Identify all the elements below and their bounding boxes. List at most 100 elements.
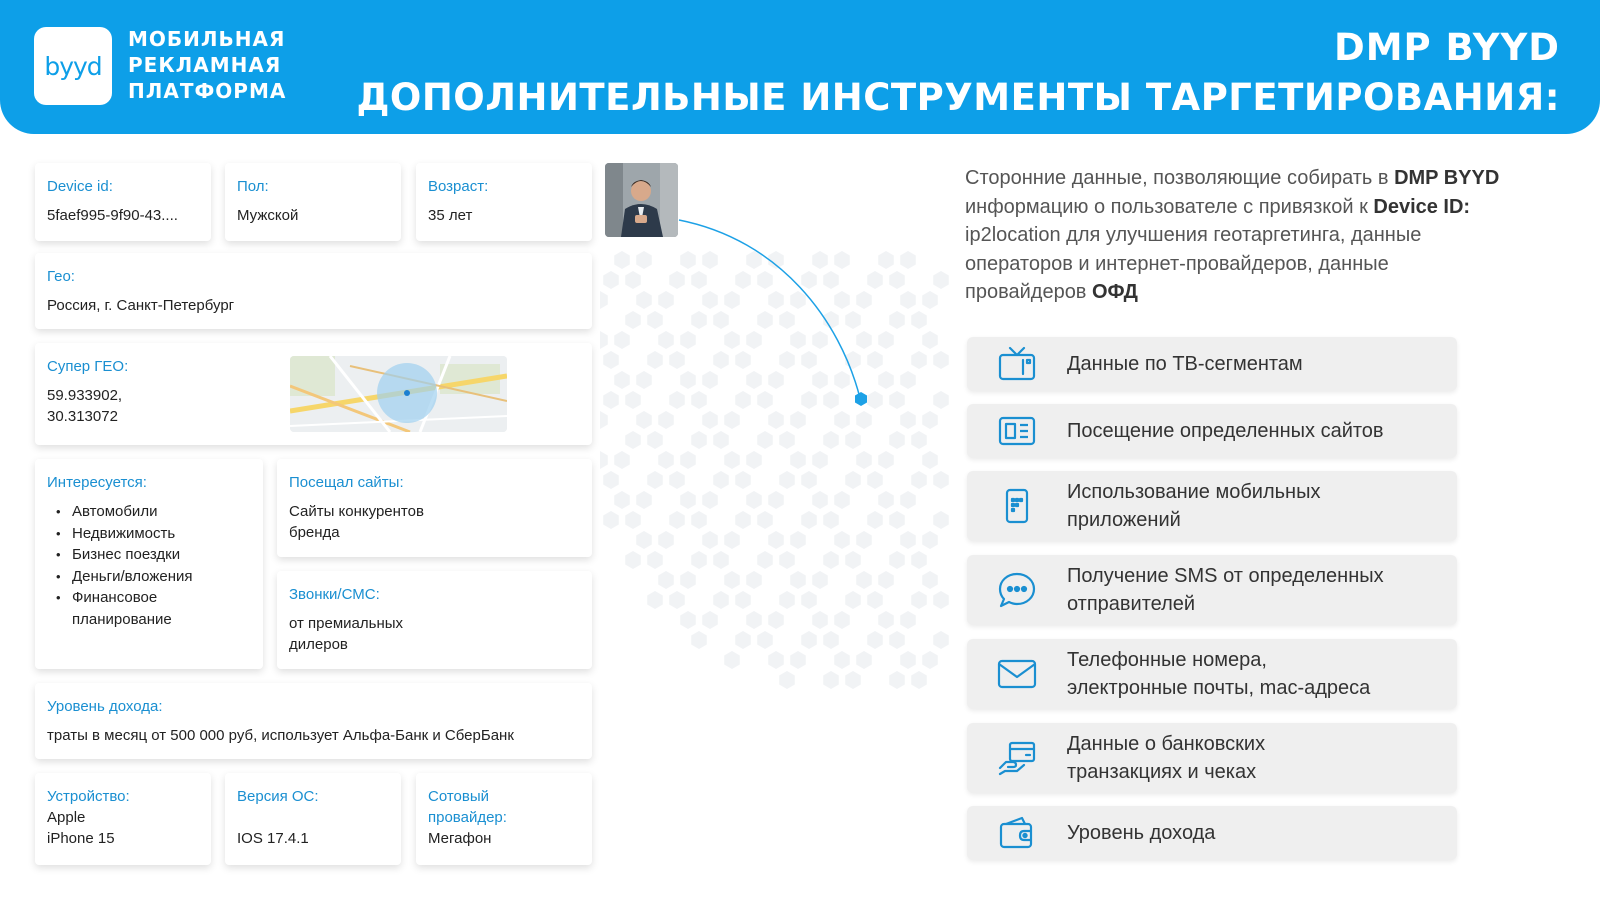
bank-transaction-icon (998, 741, 1036, 776)
hexagon-pattern-cell (768, 611, 784, 629)
hexagon-pattern-cell (713, 311, 729, 329)
geo-value: Россия, г. Санкт-Петербург (47, 297, 235, 314)
list-item-continuation: планирование (72, 610, 172, 628)
hexagon-pattern-cell (900, 491, 916, 509)
hexagon-pattern-cell (834, 531, 850, 549)
hexagon-pattern-cell (911, 551, 927, 569)
hexagon-pattern-cell (911, 351, 927, 369)
hexagon-pattern-cell (603, 351, 619, 369)
feature-item-bank-transactions: Данные о банковских транзакциях и чеках (967, 723, 1457, 793)
description-text: Сторонние данные, позволяющие собирать в… (965, 164, 1505, 307)
age-label: Возраст: (428, 178, 489, 195)
hexagon-pattern-cell (867, 471, 883, 489)
hexagon-pattern-cell (669, 391, 685, 409)
hexagon-pattern-cell (614, 331, 630, 349)
hexagon-pattern-cell (603, 511, 619, 529)
income-card: Уровень дохода: траты в месяц от 500 000… (35, 683, 592, 759)
hexagon-pattern-cell (746, 251, 762, 269)
feature-label: электронные почты, mac-адреса (1067, 677, 1371, 699)
hexagon-pattern-cell (625, 431, 641, 449)
hexagon-pattern-cell (878, 491, 894, 509)
hexagon-pattern-cell (691, 631, 707, 649)
hexagon-pattern-cell (702, 491, 718, 509)
device-brand: Apple (47, 809, 86, 826)
hexagon-pattern-cell (713, 351, 729, 369)
hexagon-pattern-cell (768, 491, 784, 509)
hexagon-pattern-cell (735, 351, 751, 369)
hexagon-pattern-cell (933, 271, 949, 289)
hexagon-pattern-cell (713, 551, 729, 569)
hexagon-pattern-cell (680, 251, 696, 269)
hexagon-pattern-cell (867, 511, 883, 529)
hexagon-pattern-cell (691, 391, 707, 409)
hexagon-pattern-cell (856, 651, 872, 669)
hexagon-pattern-cell (900, 251, 916, 269)
hexagon-pattern-cell (702, 611, 718, 629)
hexagon-pattern-cell (845, 311, 861, 329)
page-subtitle: ДОПОЛНИТЕЛЬНЫЕ ИНСТРУМЕНТЫ ТАРГЕТИРОВАНИ… (356, 76, 1560, 119)
carrier-value: Мегафон (428, 830, 492, 847)
hexagon-pattern-cell (625, 311, 641, 329)
hexagon-pattern-cell (834, 291, 850, 309)
visited-sites-label: Посещал сайты: (289, 474, 404, 491)
feature-item-tv-segments: Данные по ТВ-сегментам (967, 337, 1457, 391)
hexagon-pattern-cell (790, 531, 806, 549)
hexagon-pattern-cell (735, 391, 751, 409)
hexagon-pattern-cell (856, 571, 872, 589)
hexagon-pattern-cell (603, 391, 619, 409)
hexagon-pattern-cell (625, 551, 641, 569)
hexagon-pattern-cell (614, 251, 630, 269)
hexagon-pattern-cell (823, 671, 839, 689)
hexagon-pattern-cell (801, 351, 817, 369)
feature-item-websites: Посещение определенных сайтов (967, 404, 1457, 458)
hexagon-pattern-cell (603, 271, 619, 289)
geo-label: Гео: (47, 268, 75, 285)
hexagon-pattern-cell (713, 591, 729, 609)
hexagon-pattern-cell (834, 411, 850, 429)
age-value: 35 лет (428, 207, 473, 224)
hexagon-pattern-cell (735, 271, 751, 289)
hexagon-pattern-cell (691, 271, 707, 289)
hexagon-pattern-cell (889, 511, 905, 529)
hexagon-pattern-cell (680, 571, 696, 589)
hexagon-pattern-cell (812, 451, 828, 469)
hexagon-pattern-cell (779, 351, 795, 369)
feature-label: Уровень дохода (1067, 821, 1216, 844)
hexagon-pattern-cell (845, 551, 861, 569)
device-id-label: Device id: (47, 178, 113, 195)
wallet-icon (999, 816, 1033, 849)
hexagon-pattern-cell (680, 451, 696, 469)
byyd-logo: byyd (34, 27, 112, 105)
hexagon-pattern-cell (636, 491, 652, 509)
hexagon-pattern-cell (933, 471, 949, 489)
hexagon-pattern-cell (856, 451, 872, 469)
hexagon-pattern-cell (603, 471, 619, 489)
hexagon-pattern-cell (614, 491, 630, 509)
hexagon-pattern-cell (889, 631, 905, 649)
hexagon-pattern-cell (823, 511, 839, 529)
hexagon-pattern-cell (625, 391, 641, 409)
hexagon-pattern-cell (757, 391, 773, 409)
hexagon-pattern-cell (768, 531, 784, 549)
hexagon-pattern-cell (911, 471, 927, 489)
hexagon-pattern-cell (658, 531, 674, 549)
hexagon-pattern-cell (600, 451, 608, 469)
hexagon-pattern-cell (702, 411, 718, 429)
hexagon-pattern-cell (900, 651, 916, 669)
description-part: ip2location для улучшения геотаргетинга,… (965, 224, 1422, 303)
hexagon-pattern-cell (878, 251, 894, 269)
list-item: Деньги/вложения (47, 566, 251, 588)
brand-line: ПЛАТФОРМА (128, 79, 287, 103)
hexagon-pattern-cell (790, 571, 806, 589)
hexagon-pattern-cell (636, 531, 652, 549)
hexagon-pattern-cell (823, 271, 839, 289)
geo-card: Гео: Россия, г. Санкт-Петербург (35, 253, 592, 329)
feature-item-contacts: Телефонные номера, электронные почты, ma… (967, 639, 1457, 709)
hexagon-pattern-cell (636, 371, 652, 389)
hexagon-pattern-cell (647, 551, 663, 569)
user-photo (605, 163, 678, 237)
hexagon-pattern-cell (900, 531, 916, 549)
hexagon-pattern-cell (801, 631, 817, 649)
hexagon-pattern-cell (636, 251, 652, 269)
hexagon-pattern-cell (845, 351, 861, 369)
